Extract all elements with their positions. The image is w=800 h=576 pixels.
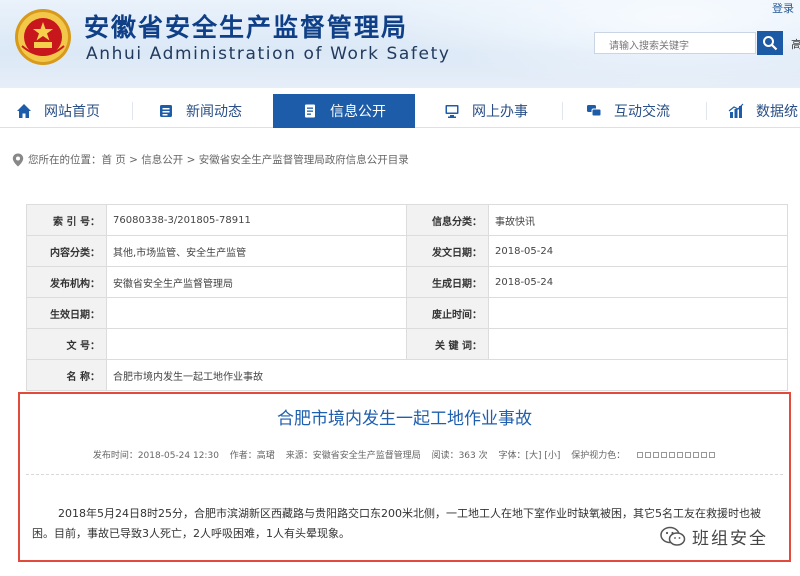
chat-icon [587, 105, 602, 117]
content-category-value: 其他,市场监管、安全生产监管 [106, 235, 407, 267]
search-icon [763, 36, 778, 51]
emblem-logo [15, 9, 71, 65]
abolish-time-value [488, 297, 788, 329]
nav-item-info-public[interactable]: 信息公开 [273, 94, 415, 128]
divider [26, 474, 783, 475]
index-value: 76080338-3/201805-78911 [106, 204, 407, 236]
nav-item-home[interactable]: 网站首页 [16, 94, 100, 128]
nav-item-online-service[interactable]: 网上办事 [444, 94, 528, 128]
nav-item-news[interactable]: 新闻动态 [158, 94, 242, 128]
breadcrumb-text[interactable]: 您所在的位置：首 页 > 信息公开 > 安徽省安全生产监督管理局政府信息公开目录 [28, 152, 409, 167]
publish-time: 发布时间：2018-05-24 12:30 [92, 451, 219, 461]
publish-date-label: 发文日期： [406, 235, 489, 267]
nav-label: 新闻动态 [186, 104, 242, 120]
watermark-text: 班组安全 [692, 529, 768, 549]
monitor-icon [445, 105, 459, 118]
category-label: 信息分类： [406, 204, 489, 236]
publisher-value: 安徽省安全生产监督管理局 [106, 266, 407, 298]
article-meta: 发布时间：2018-05-24 12:30 作者：高珺 来源：安徽省安全生产监督… [20, 448, 789, 461]
document-number-label: 文 号： [26, 328, 107, 360]
eye-protect-label: 保护视力色： [571, 451, 626, 461]
site-header: 安徽省安全生产监督管理局 Anhui Administration of Wor… [0, 0, 800, 88]
nav-label: 互动交流 [614, 104, 670, 120]
abolish-time-label: 废止时间： [406, 297, 489, 329]
nav-label: 网上办事 [472, 104, 528, 120]
nav-label: 网站首页 [44, 104, 100, 120]
advanced-search-link[interactable]: 高 [791, 36, 800, 52]
table-row: 生效日期： 废止时间： [26, 297, 788, 329]
author: 作者：高珺 [229, 451, 275, 461]
table-row: 内容分类： 其他,市场监管、安全生产监管 发文日期： 2018-05-24 [26, 235, 788, 267]
wechat-icon [660, 526, 686, 546]
nav-label: 信息公开 [330, 104, 386, 120]
eye-protect-color-swatches[interactable] [636, 451, 716, 461]
document-icon [305, 104, 315, 118]
generated-date-value: 2018-05-24 [488, 266, 788, 298]
search-input[interactable]: 请输入搜索关键字 [594, 32, 756, 54]
effective-date-label: 生效日期： [26, 297, 107, 329]
nav-item-statistics[interactable]: 数据统 [728, 94, 798, 128]
article-paragraph-line: 2018年5月24日8时25分，合肥市滨湖新区西藏路与贵阳路交口东200米北侧，… [58, 507, 761, 520]
index-label: 索 引 号： [26, 204, 107, 236]
watermark: 班组安全 [660, 524, 768, 549]
name-value: 合肥市境内发生一起工地作业事故 [106, 359, 788, 391]
table-row: 名 称： 合肥市境内发生一起工地作业事故 [26, 359, 788, 391]
name-label: 名 称： [26, 359, 107, 391]
nav-label: 数据统 [756, 104, 798, 120]
article-title: 合肥市境内发生一起工地作业事故 [277, 409, 532, 429]
location-pin-icon [12, 153, 24, 166]
publish-date-value: 2018-05-24 [488, 235, 788, 267]
chart-icon [728, 103, 744, 118]
table-row: 发布机构： 安徽省安全生产监督管理局 生成日期： 2018-05-24 [26, 266, 788, 298]
publisher-label: 发布机构： [26, 266, 107, 298]
nav-item-interaction[interactable]: 互动交流 [586, 94, 670, 128]
keywords-value [488, 328, 788, 360]
table-row: 文 号： 关 键 词： [26, 328, 788, 360]
category-value: 事故快讯 [488, 204, 788, 236]
site-title-en: Anhui Administration of Work Safety [86, 44, 451, 64]
content-category-label: 内容分类： [26, 235, 107, 267]
document-number-value [106, 328, 407, 360]
generated-date-label: 生成日期： [406, 266, 489, 298]
breadcrumb: 您所在的位置：首 页 > 信息公开 > 安徽省安全生产监督管理局政府信息公开目录 [12, 152, 409, 167]
view-count: 阅读：363 次 [431, 451, 488, 461]
source: 来源：安徽省安全生产监督管理局 [285, 451, 421, 461]
search-button[interactable] [757, 31, 783, 55]
main-nav: 网站首页 新闻动态 信息公开 网上办事 互动交流 数据统 [0, 94, 800, 128]
home-icon [17, 104, 31, 118]
document-info-table: 索 引 号： 76080338-3/201805-78911 信息分类： 事故快… [26, 204, 788, 391]
login-link[interactable]: 登录 [772, 0, 794, 16]
table-row: 索 引 号： 76080338-3/201805-78911 信息分类： 事故快… [26, 204, 788, 236]
font-size-controls[interactable]: 字体：[大] [小] [499, 451, 561, 461]
keywords-label: 关 键 词： [406, 328, 489, 360]
site-title-cn: 安徽省安全生产监督管理局 [84, 13, 409, 42]
news-icon [160, 105, 172, 117]
effective-date-value [106, 297, 407, 329]
